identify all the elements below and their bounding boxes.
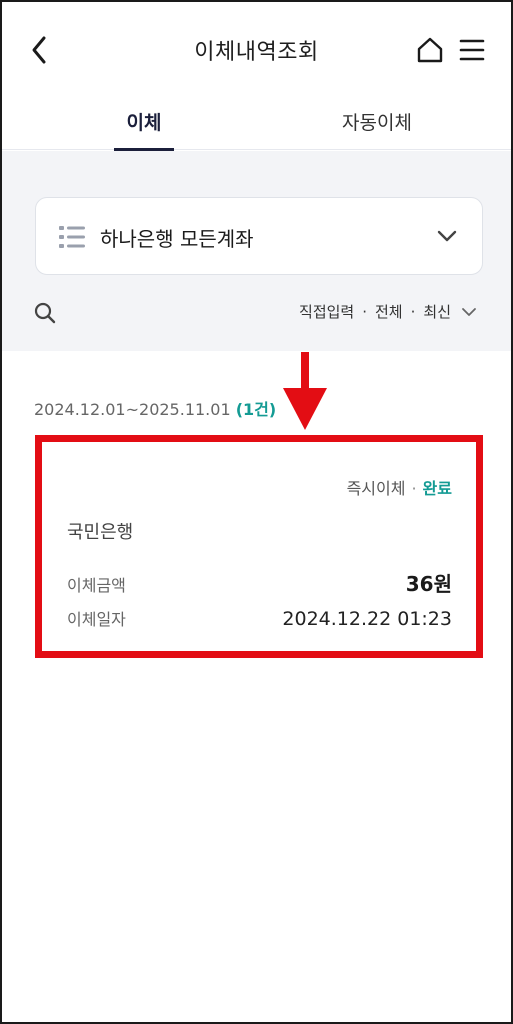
transfer-type-status: 즉시이체 · 완료 — [347, 475, 452, 499]
search-icon — [34, 302, 56, 324]
amount-row: 이체금액 36원 — [67, 568, 452, 597]
tab-transfer[interactable]: 이체 — [114, 108, 174, 151]
chevron-down-icon — [462, 307, 476, 316]
sort-filter-dropdown[interactable]: 직접입력 · 전체 · 최신 — [299, 301, 477, 322]
account-selector-label: 하나은행 모든계좌 — [100, 227, 254, 251]
list-icon — [59, 226, 85, 248]
chevron-down-icon — [437, 230, 457, 242]
tab-bar: 이체 자동이체 — [2, 98, 511, 151]
sort-input-type: 직접입력 — [299, 303, 355, 321]
menu-button[interactable] — [458, 38, 486, 62]
search-button[interactable] — [33, 301, 57, 325]
screen: 이체내역조회 이체 자동이체 하나은행 모든계좌 직접입력 · 전체 · 최신 … — [0, 0, 513, 1024]
date-label: 이체일자 — [67, 610, 126, 629]
transfer-status: 완료 — [422, 479, 452, 498]
filter-panel: 하나은행 모든계좌 직접입력 · 전체 · 최신 — [2, 151, 511, 351]
separator-dot: · — [362, 302, 367, 321]
tab-transfer-label: 이체 — [126, 112, 162, 134]
sort-scope: 전체 — [375, 303, 403, 321]
separator-dot: · — [411, 479, 417, 498]
sort-order: 최신 — [423, 303, 451, 321]
home-button[interactable] — [416, 36, 444, 64]
red-arrow-annotation — [283, 352, 327, 430]
app-header: 이체내역조회 — [2, 2, 511, 98]
amount-label: 이체금액 — [67, 576, 126, 595]
date-value: 2024.12.22 01:23 — [282, 608, 452, 630]
recipient-bank: 국민은행 — [67, 522, 134, 543]
tab-auto-transfer-label: 자동이체 — [342, 112, 412, 134]
separator-dot: · — [410, 302, 416, 321]
date-row: 이체일자 2024.12.22 01:23 — [67, 606, 452, 630]
transfer-record-card[interactable]: 즉시이체 · 완료 국민은행 이체금액 36원 이체일자 2024.12.22 01… — [35, 435, 483, 658]
period-range: 2024.12.01~2025.11.01 — [34, 400, 231, 419]
result-count: (1건) — [235, 400, 277, 419]
hamburger-menu-icon — [459, 39, 485, 61]
transfer-type: 즉시이체 — [346, 479, 406, 498]
account-selector[interactable]: 하나은행 모든계좌 — [35, 197, 483, 275]
result-period: 2024.12.01~2025.11.01 (1건) — [34, 396, 276, 420]
home-icon — [417, 37, 443, 63]
amount-value: 36원 — [405, 572, 452, 596]
tab-auto-transfer[interactable]: 자동이체 — [322, 108, 432, 135]
